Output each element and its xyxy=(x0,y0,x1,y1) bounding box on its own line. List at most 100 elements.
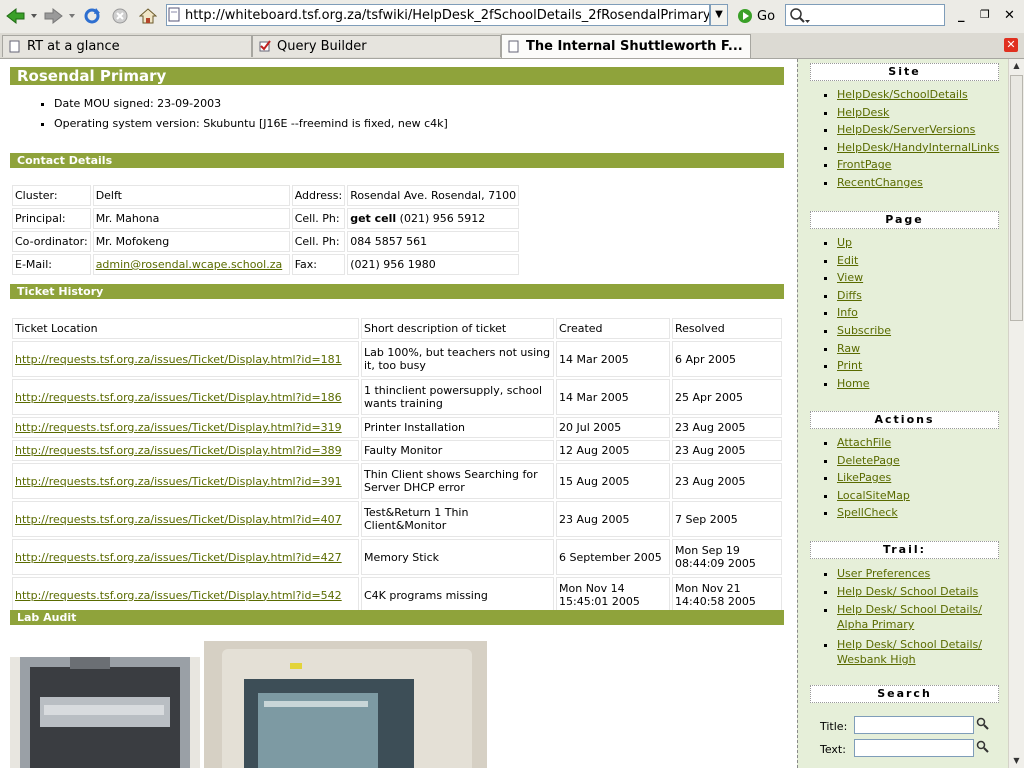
sidebar-link[interactable]: LikePages xyxy=(837,471,891,484)
checkmark-icon xyxy=(259,40,271,52)
sidebar-link[interactable]: RecentChanges xyxy=(837,176,923,189)
tab-rt-at-a-glance[interactable]: RT at a glance xyxy=(2,35,252,57)
ticket-link[interactable]: http://requests.tsf.org.za/issues/Ticket… xyxy=(15,444,342,457)
site-links: HelpDesk/SchoolDetails HelpDesk HelpDesk… xyxy=(823,86,999,192)
sidebar-link[interactable]: User Preferences xyxy=(837,567,930,580)
sidebar-link[interactable]: Diffs xyxy=(837,289,862,302)
close-tab-icon[interactable]: ✕ xyxy=(1004,38,1018,52)
url-field[interactable]: http://whiteboard.tsf.org.za/tsfwiki/Hel… xyxy=(166,4,710,26)
scroll-down-icon[interactable]: ▼ xyxy=(1009,754,1024,768)
sidebar-heading-actions: Actions xyxy=(810,411,999,429)
search-input[interactable] xyxy=(785,4,945,26)
list-item: HelpDesk/HandyInternalLinks xyxy=(837,139,999,157)
sidebar-link[interactable]: Edit xyxy=(837,254,858,267)
ticket-url-cell: http://requests.tsf.org.za/issues/Ticket… xyxy=(12,577,359,613)
sidebar-link[interactable]: AttachFile xyxy=(837,436,891,449)
sidebar-link[interactable]: SpellCheck xyxy=(837,506,898,519)
text-search-input[interactable] xyxy=(854,739,974,757)
page-scrollbar[interactable]: ▲ ▼ xyxy=(1008,59,1024,768)
page-icon xyxy=(508,40,519,53)
sidebar-link[interactable]: Info xyxy=(837,306,858,319)
sidebar-link[interactable]: Raw xyxy=(837,342,860,355)
list-item: Edit xyxy=(837,252,891,270)
ticket-created: 20 Jul 2005 xyxy=(556,417,670,438)
sidebar-link[interactable]: View xyxy=(837,271,863,284)
sidebar-link[interactable]: Subscribe xyxy=(837,324,891,337)
sidebar-link[interactable]: FrontPage xyxy=(837,158,891,171)
sidebar-link[interactable]: Help Desk/ School Details/ Wesbank High xyxy=(837,638,982,666)
url-dropdown-button[interactable]: ▼ xyxy=(710,4,728,26)
list-item: SpellCheck xyxy=(837,504,910,522)
sidebar-link[interactable]: HelpDesk/ServerVersions xyxy=(837,123,975,136)
list-item: Diffs xyxy=(837,287,891,305)
ticket-resolved: 23 Aug 2005 xyxy=(672,417,782,438)
home-button[interactable] xyxy=(138,6,158,26)
search-icon xyxy=(790,8,810,23)
stop-icon xyxy=(112,8,128,24)
cluster-label: Cluster: xyxy=(12,185,91,206)
list-item: Operating system version: Skubuntu [J16E… xyxy=(54,117,448,132)
tab-query-builder[interactable]: Query Builder xyxy=(252,35,501,57)
search-icon[interactable] xyxy=(976,717,990,731)
ticket-link[interactable]: http://requests.tsf.org.za/issues/Ticket… xyxy=(15,391,342,404)
ticket-link[interactable]: http://requests.tsf.org.za/issues/Ticket… xyxy=(15,475,342,488)
sidebar-link[interactable]: DeletePage xyxy=(837,454,900,467)
action-links: AttachFile DeletePage LikePages LocalSit… xyxy=(823,434,910,522)
ticket-url-cell: http://requests.tsf.org.za/issues/Ticket… xyxy=(12,379,359,415)
cell-label: Cell. Ph: xyxy=(291,231,346,252)
ticket-desc: 1 thinclient powersupply, school wants t… xyxy=(361,379,554,415)
sidebar-link[interactable]: LocalSiteMap xyxy=(837,489,910,502)
list-item: Help Desk/ School Details/ Wesbank High xyxy=(837,635,997,670)
ticket-resolved: 23 Aug 2005 xyxy=(672,463,782,499)
sidebar-heading-search: Search xyxy=(810,685,999,703)
page-icon xyxy=(168,7,180,22)
ticket-link[interactable]: http://requests.tsf.org.za/issues/Ticket… xyxy=(15,551,342,564)
trail-links: User Preferences Help Desk/ School Detai… xyxy=(823,565,997,670)
sidebar-heading-page: Page xyxy=(810,211,999,229)
tab-internal-shuttleworth[interactable]: The Internal Shuttleworth F... xyxy=(501,34,751,58)
ticket-desc: Test&Return 1 Thin Client&Monitor xyxy=(361,501,554,537)
tab-label: The Internal Shuttleworth F... xyxy=(526,39,743,54)
list-item: Up xyxy=(837,234,891,252)
lab-photo-computer-case xyxy=(10,657,200,768)
list-item: HelpDesk/ServerVersions xyxy=(837,121,999,139)
table-row: Co-ordinator: Mr. Mofokeng Cell. Ph: 084… xyxy=(12,231,520,252)
stop-button[interactable] xyxy=(110,6,130,26)
reload-button[interactable] xyxy=(82,6,102,26)
back-button[interactable] xyxy=(4,6,40,26)
cell-number: (021) 956 5912 xyxy=(396,212,486,225)
restore-button[interactable]: ❐ xyxy=(980,8,990,21)
cell-value: 084 5857 561 xyxy=(347,231,520,252)
ticket-link[interactable]: http://requests.tsf.org.za/issues/Ticket… xyxy=(15,353,342,366)
search-icon[interactable] xyxy=(976,740,990,754)
minimize-button[interactable]: _ xyxy=(958,8,965,23)
sidebar-link[interactable]: Up xyxy=(837,236,852,249)
cell-bold-note: get cell xyxy=(350,212,397,225)
sidebar-link[interactable]: HelpDesk xyxy=(837,106,889,119)
list-item: LikePages xyxy=(837,469,910,487)
go-label: Go xyxy=(757,8,776,24)
scroll-up-icon[interactable]: ▲ xyxy=(1009,59,1024,73)
sidebar-link[interactable]: HelpDesk/SchoolDetails xyxy=(837,88,968,101)
ticket-resolved: 6 Apr 2005 xyxy=(672,341,782,377)
ticket-desc: Memory Stick xyxy=(361,539,554,575)
ticket-link[interactable]: http://requests.tsf.org.za/issues/Ticket… xyxy=(15,513,342,526)
sidebar-link[interactable]: Home xyxy=(837,377,869,390)
table-row: http://requests.tsf.org.za/issues/Ticket… xyxy=(12,341,782,377)
sidebar-link[interactable]: Print xyxy=(837,359,862,372)
ticket-created: Mon Nov 14 15:45:01 2005 xyxy=(556,577,670,613)
ticket-link[interactable]: http://requests.tsf.org.za/issues/Ticket… xyxy=(15,421,342,434)
scrollbar-thumb[interactable] xyxy=(1010,75,1023,321)
go-button[interactable]: Go xyxy=(737,6,775,26)
sidebar-link[interactable]: Help Desk/ School Details xyxy=(837,585,978,598)
email-link[interactable]: admin@rosendal.wcape.school.za xyxy=(96,258,283,271)
list-item: Date MOU signed: 23-09-2003 xyxy=(54,97,448,112)
list-item: AttachFile xyxy=(837,434,910,452)
sidebar-link[interactable]: HelpDesk/HandyInternalLinks xyxy=(837,141,999,154)
ticket-link[interactable]: http://requests.tsf.org.za/issues/Ticket… xyxy=(15,589,342,602)
forward-button[interactable] xyxy=(42,6,78,26)
sidebar-link[interactable]: Help Desk/ School Details/ Alpha Primary xyxy=(837,603,982,631)
ticket-created: 14 Mar 2005 xyxy=(556,379,670,415)
title-search-input[interactable] xyxy=(854,716,974,734)
close-window-button[interactable]: ✕ xyxy=(1004,8,1015,23)
